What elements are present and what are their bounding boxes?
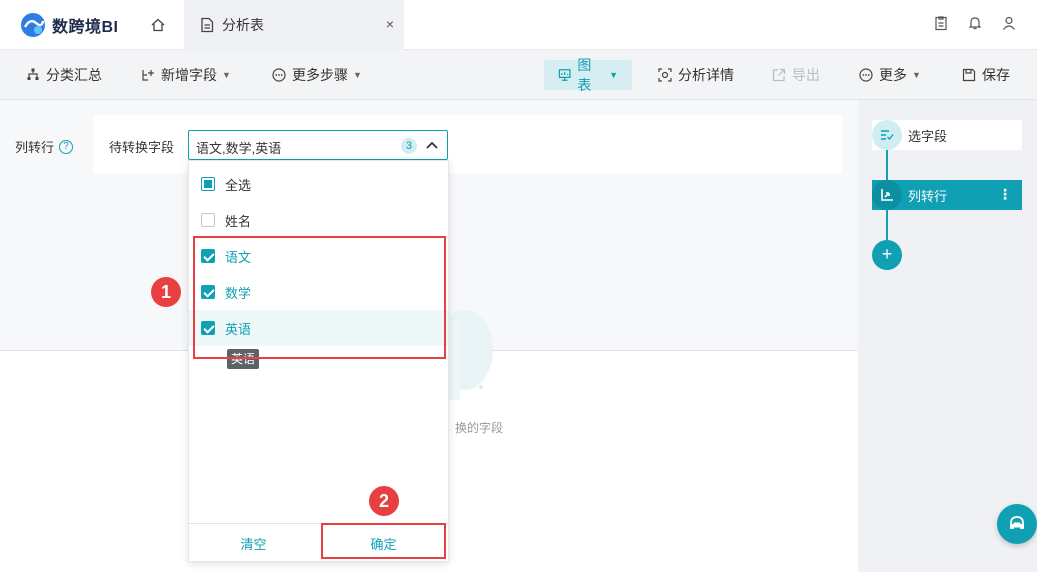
group-summary-button[interactable]: 分类汇总 xyxy=(20,60,108,90)
annotation-box-1 xyxy=(193,236,446,359)
headset-icon xyxy=(1010,516,1024,529)
column-to-row-icon xyxy=(881,189,893,201)
clear-button[interactable]: 清空 xyxy=(189,524,318,562)
analysis-detail-label: 分析详情 xyxy=(678,67,734,83)
field-label: 待转换字段 xyxy=(109,140,175,155)
tab-label: 分析表 xyxy=(222,17,264,33)
logo-text: 数跨境BI xyxy=(52,19,119,36)
chevron-down-icon: ▼ xyxy=(222,70,231,80)
chart-icon xyxy=(558,69,571,81)
add-field-label: 新增字段 xyxy=(161,67,217,83)
selected-count-badge: 3 xyxy=(401,138,417,154)
annotation-box-2 xyxy=(321,523,446,559)
export-label: 导出 xyxy=(792,67,820,83)
checkbox[interactable] xyxy=(201,177,215,191)
step-column-to-row[interactable]: 列转行 ⋮ xyxy=(872,180,1022,210)
close-icon[interactable]: × xyxy=(386,16,394,32)
step-icon xyxy=(872,120,902,150)
more-vertical-icon[interactable]: ⋮ xyxy=(998,186,1012,203)
save-label: 保存 xyxy=(982,67,1010,83)
clipboard-icon[interactable] xyxy=(933,15,951,33)
chart-label: 图表 xyxy=(577,57,592,93)
analysis-detail-button[interactable]: 分析详情 xyxy=(652,60,740,90)
document-icon xyxy=(201,17,214,33)
save-button[interactable]: 保存 xyxy=(956,60,1016,90)
export-icon xyxy=(772,68,786,82)
step-label: 选字段 xyxy=(908,128,948,144)
config-label: 列转行 ? xyxy=(15,137,74,156)
group-summary-label: 分类汇总 xyxy=(46,67,102,83)
field-select[interactable]: 语文,数学,英语 3 xyxy=(188,130,448,160)
export-button[interactable]: 导出 xyxy=(766,60,826,90)
support-chat-button[interactable] xyxy=(997,504,1037,544)
select-fields-icon xyxy=(881,130,894,141)
chevron-down-icon: ▼ xyxy=(912,70,921,80)
logo-icon xyxy=(21,13,45,37)
annotation-badge-1: 1 xyxy=(151,277,181,307)
home-icon xyxy=(151,18,165,32)
step-select-fields[interactable]: 选字段 xyxy=(872,120,1022,150)
toolbar: 分类汇总 新增字段 ▼ 更多步骤 ▼ 图表 ▼ 分析详情 导出 更多 ▼ 保存 xyxy=(0,50,1037,100)
more-circle-icon xyxy=(272,68,286,82)
list-item-label: 姓名 xyxy=(225,213,252,229)
more-circle-icon xyxy=(859,68,873,82)
more-steps-button[interactable]: 更多步骤 ▼ xyxy=(266,60,368,90)
top-icons xyxy=(933,15,1019,33)
home-tab[interactable] xyxy=(132,0,184,50)
hierarchy-icon xyxy=(27,68,39,80)
app-logo[interactable]: 数跨境BI xyxy=(20,12,119,38)
scan-icon xyxy=(658,68,672,82)
chevron-down-icon: ▼ xyxy=(609,70,618,80)
select-value: 语文,数学,英语 xyxy=(196,141,282,156)
list-item-name[interactable]: 姓名 xyxy=(189,202,448,238)
help-icon[interactable]: ? xyxy=(59,139,74,154)
steps-panel: 选字段 列转行 ⋮ + xyxy=(858,100,1037,572)
more-steps-label: 更多步骤 xyxy=(292,67,348,83)
top-bar: 数跨境BI 分析表 × xyxy=(0,0,1037,50)
bell-icon[interactable] xyxy=(967,15,985,33)
more-label: 更多 xyxy=(879,67,907,83)
add-field-button[interactable]: 新增字段 ▼ xyxy=(135,60,237,90)
add-step-button[interactable]: + xyxy=(872,240,902,270)
chevron-down-icon: ▼ xyxy=(353,70,362,80)
more-button[interactable]: 更多 ▼ xyxy=(853,60,927,90)
add-field-icon xyxy=(142,70,154,81)
list-item-select-all[interactable]: 全选 xyxy=(189,166,448,202)
checkbox[interactable] xyxy=(201,213,215,227)
chevron-up-icon xyxy=(426,141,438,149)
save-icon xyxy=(962,68,976,82)
step-icon xyxy=(872,180,902,210)
config-title: 列转行 xyxy=(15,140,55,155)
user-icon[interactable] xyxy=(1001,15,1019,33)
empty-state-text: 换的字段 xyxy=(455,421,504,435)
tab-analysis-table[interactable]: 分析表 × xyxy=(184,0,404,50)
list-item-label: 全选 xyxy=(225,177,252,193)
step-label: 列转行 xyxy=(908,188,948,204)
chart-button[interactable]: 图表 ▼ xyxy=(544,57,632,93)
annotation-badge-2: 2 xyxy=(369,486,399,516)
